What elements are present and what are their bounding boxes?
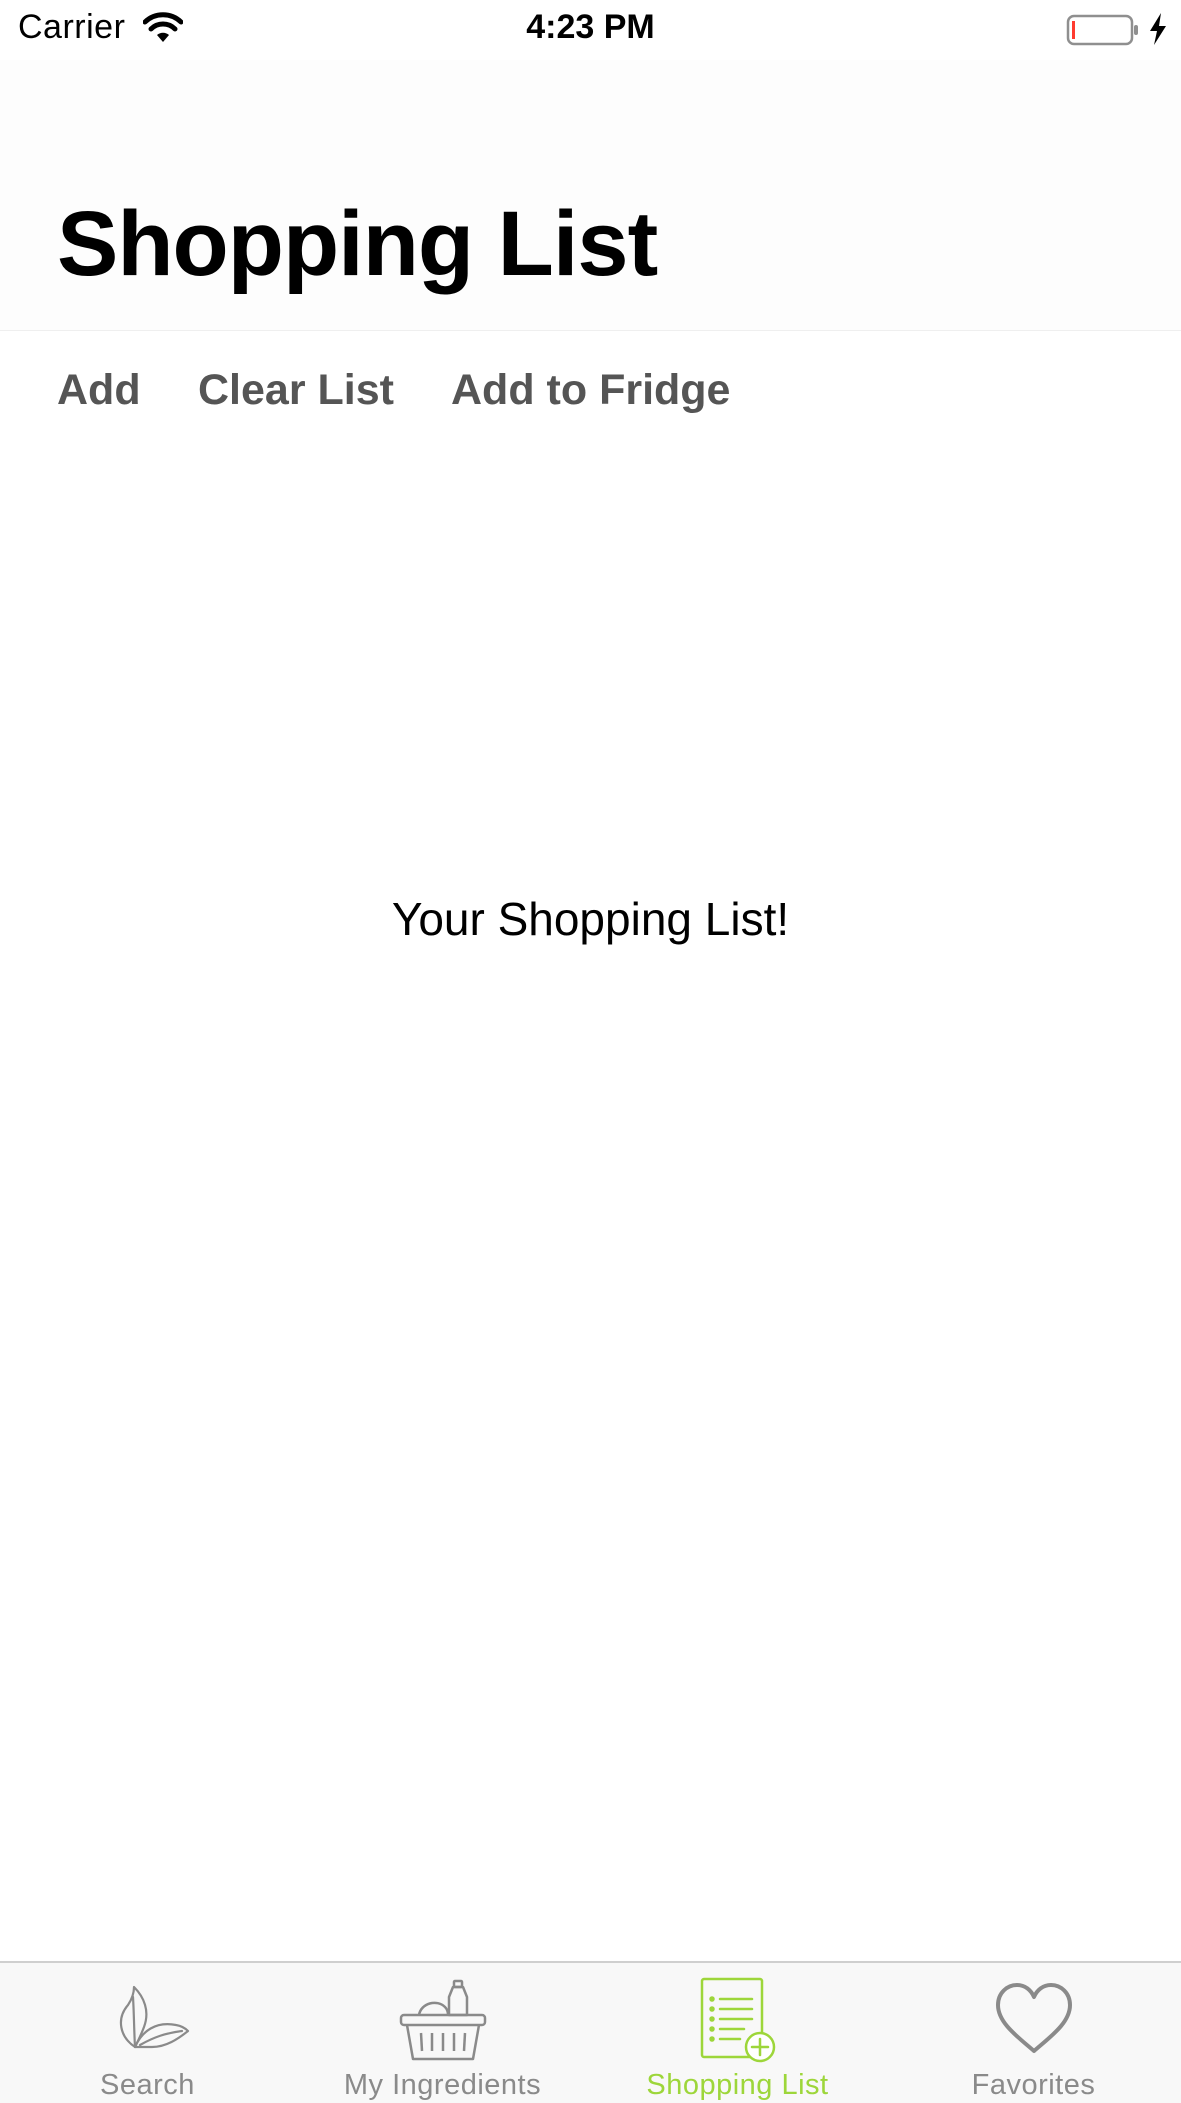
- tab-search[interactable]: Search: [0, 1963, 295, 2103]
- toolbar: Add Clear List Add to Fridge: [0, 366, 1181, 426]
- heart-icon: [995, 1983, 1072, 2053]
- header-divider: [0, 330, 1181, 331]
- tab-label-search: Search: [100, 2069, 195, 2101]
- status-bar: Carrier 4:23 PM: [0, 0, 1181, 60]
- tab-label-my-ingredients: My Ingredients: [343, 2069, 542, 2101]
- status-time: 4:23 PM: [526, 8, 655, 46]
- add-to-fridge-button[interactable]: Add to Fridge: [451, 366, 730, 415]
- list-add-icon: [700, 1977, 775, 2063]
- tab-favorites[interactable]: Favorites: [886, 1963, 1181, 2103]
- charging-bolt-icon: [1150, 13, 1166, 45]
- battery-icon: [1066, 14, 1138, 46]
- tab-my-ingredients[interactable]: My Ingredients: [295, 1963, 590, 2103]
- empty-list-message: Your Shopping List!: [391, 893, 790, 945]
- tab-label-favorites: Favorites: [971, 2069, 1096, 2101]
- tab-bar: Search My Ingredients Shopping List Favo…: [0, 1961, 1181, 2103]
- tab-shopping-list[interactable]: Shopping List: [590, 1963, 885, 2103]
- clear-list-button[interactable]: Clear List: [198, 366, 394, 415]
- basket-icon: [399, 1979, 486, 2061]
- add-button[interactable]: Add: [57, 366, 141, 415]
- page-title: Shopping List: [57, 193, 658, 295]
- tab-label-shopping-list: Shopping List: [646, 2069, 829, 2101]
- leaf-icon: [119, 1985, 189, 2049]
